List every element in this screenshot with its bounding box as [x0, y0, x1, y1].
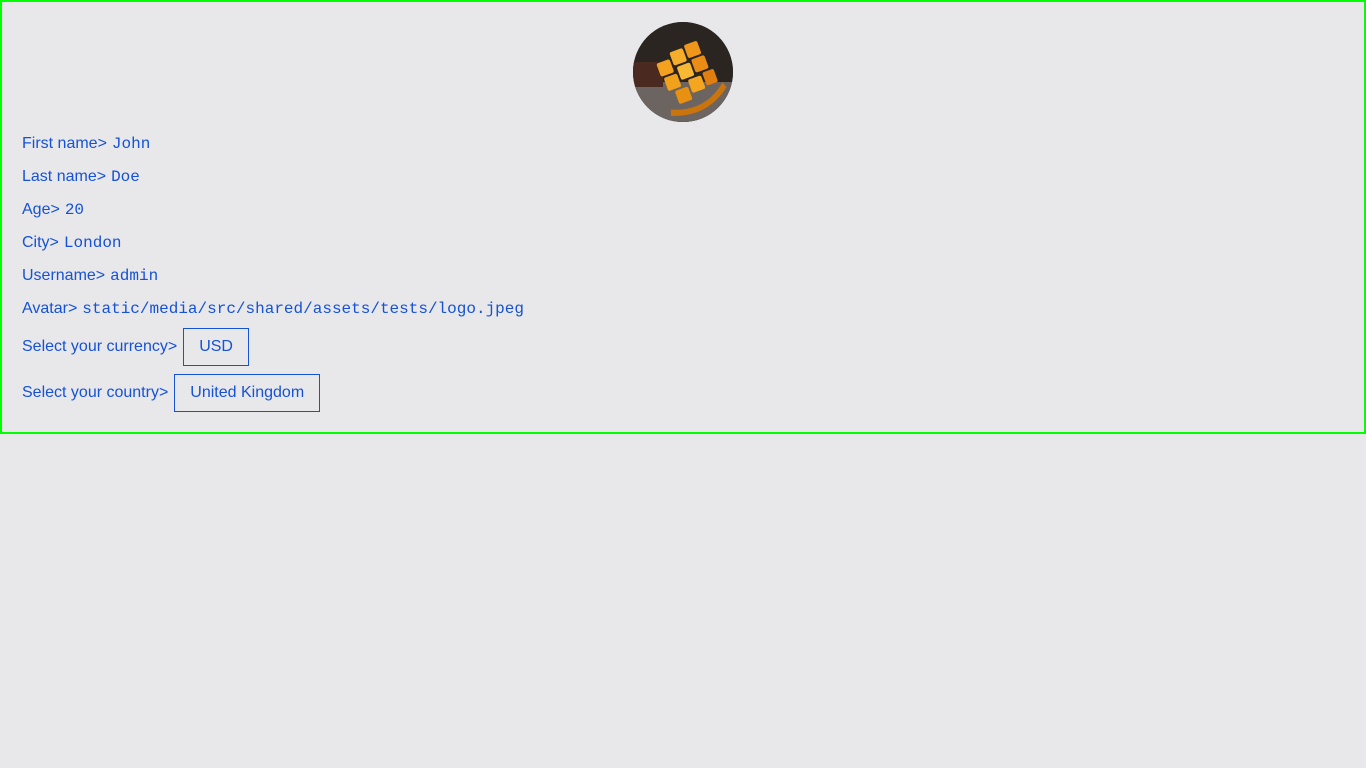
username-row: Username> admin [22, 267, 158, 285]
city-label: City> [22, 234, 59, 251]
last-name-value: Doe [111, 168, 140, 187]
currency-row: Select your currency> USD [22, 328, 249, 366]
last-name-row: Last name> Doe [22, 168, 140, 186]
city-row: City> London [22, 234, 122, 252]
age-value: 20 [64, 201, 85, 220]
age-row: Age> 20 [22, 201, 84, 219]
username-value: admin [110, 267, 159, 286]
city-value: London [63, 234, 122, 253]
currency-select[interactable]: USD [183, 328, 249, 366]
avatar-path-label: Avatar> [22, 300, 78, 317]
username-label: Username> [22, 267, 106, 284]
currency-label: Select your currency> [22, 338, 178, 355]
first-name-label: First name> [22, 135, 107, 152]
avatar-path-row: Avatar> static/media/src/shared/assets/te… [22, 300, 524, 318]
avatar-path-value: static/media/src/shared/assets/tests/log… [82, 300, 524, 319]
first-name-value: John [111, 135, 151, 154]
avatar [633, 22, 733, 122]
country-row: Select your country> United Kingdom [22, 374, 321, 412]
mango-photo-icon [633, 22, 733, 122]
profile-panel: First name> John Last name> Doe Age> 20 Cit… [0, 0, 1366, 434]
age-label: Age> [22, 201, 60, 218]
country-select[interactable]: United Kingdom [174, 374, 321, 412]
first-name-row: First name> John [22, 135, 150, 153]
last-name-label: Last name> [22, 168, 107, 185]
country-label: Select your country> [22, 384, 169, 401]
